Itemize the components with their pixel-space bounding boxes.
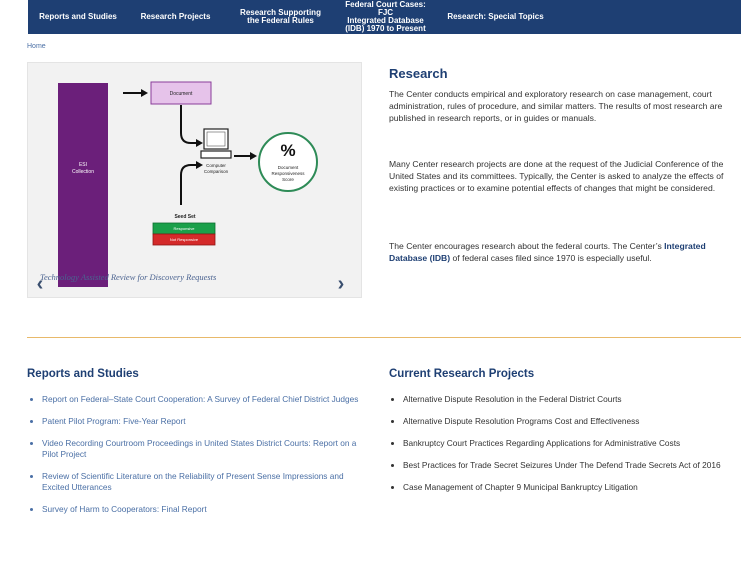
responsive-label: Responsive (174, 226, 196, 231)
report-link[interactable]: Patent Pilot Program: Five-Year Report (28, 416, 368, 427)
research-paragraph-1: The Center conducts empirical and explor… (389, 89, 723, 123)
computer-label: Computer (206, 163, 226, 168)
arrow-head (196, 161, 203, 169)
nav-federal-court-cases-idb[interactable]: Federal Court Cases: FJC Integrated Data… (338, 1, 433, 33)
seed-set-label: Seed Set (174, 214, 195, 220)
research-carousel: ESI Collection Document Computer Compari… (27, 62, 362, 298)
project-item[interactable]: Case Management of Chapter 9 Municipal B… (389, 482, 734, 493)
project-item[interactable]: Alternative Dispute Resolution Programs … (389, 416, 734, 427)
computer-base (200, 150, 232, 159)
section-divider (27, 337, 741, 338)
document-label: Document (170, 91, 193, 97)
esi-label: ESI (79, 162, 87, 168)
report-link[interactable]: Review of Scientific Literature on the R… (28, 471, 368, 493)
computer-screen (206, 131, 226, 147)
esi-collection-block (58, 83, 108, 287)
research-title: Research (389, 66, 448, 81)
score-label-2: Responsiveness (271, 171, 305, 176)
nav-research-special-topics[interactable]: Research: Special Topics (433, 13, 558, 21)
nav-reports-and-studies[interactable]: Reports and Studies (28, 13, 128, 21)
carousel-next-button[interactable]: › (333, 274, 349, 294)
reports-list: Report on Federal–State Court Cooperatio… (28, 394, 368, 526)
research-paragraph-3-start: The Center encourages research about the… (389, 241, 665, 251)
reports-and-studies-heading: Reports and Studies (27, 368, 139, 380)
carousel-caption[interactable]: Technology Assisted Review for Discovery… (40, 272, 330, 282)
percent-symbol: % (280, 141, 295, 160)
arrow-head (250, 152, 257, 160)
arrow-head (196, 139, 203, 147)
arrow-head (141, 89, 148, 97)
current-research-projects-heading: Current Research Projects (389, 368, 535, 380)
score-label-3: Score (282, 177, 294, 182)
breadcrumb-home[interactable]: Home (27, 43, 46, 50)
arrow-seed-to-computer (180, 164, 196, 205)
comparison-label: Comparison (204, 169, 229, 174)
projects-list: Alternative Dispute Resolution in the Fe… (389, 394, 734, 504)
tar-diagram: ESI Collection Document Computer Compari… (58, 81, 318, 287)
research-paragraph-3: The Center encourages research about the… (389, 240, 734, 264)
research-paragraph-2: Many Center research projects are done a… (389, 159, 724, 193)
esi-collection-label: Collection (72, 169, 94, 175)
report-link[interactable]: Survey of Harm to Cooperators: Final Rep… (28, 504, 368, 515)
top-nav: Reports and Studies Research Projects Re… (28, 0, 741, 34)
project-item[interactable]: Best Practices for Trade Secret Seizures… (389, 460, 734, 471)
project-item[interactable]: Alternative Dispute Resolution in the Fe… (389, 394, 734, 405)
report-link[interactable]: Video Recording Courtroom Proceedings in… (28, 438, 368, 460)
project-item[interactable]: Bankruptcy Court Practices Regarding App… (389, 438, 734, 449)
research-paragraph-3-end: of federal cases filed since 1970 is esp… (450, 253, 652, 263)
score-label-1: Document (278, 165, 299, 170)
arrow-top-curve (180, 105, 196, 144)
nav-research-projects[interactable]: Research Projects (128, 13, 223, 21)
nav-research-federal-rules[interactable]: Research Supporting the Federal Rules (223, 9, 338, 25)
not-responsive-label: Not Responsive (170, 237, 199, 242)
report-link[interactable]: Report on Federal–State Court Cooperatio… (28, 394, 368, 405)
